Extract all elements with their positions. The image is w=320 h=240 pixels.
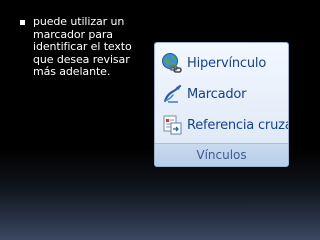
- slide: puede utilizar un marcador para identifi…: [0, 0, 320, 240]
- bookmark-button[interactable]: Marcador: [161, 83, 247, 105]
- bookmark-icon: [163, 84, 182, 103]
- ribbon-group-links: Hipervínculo Marcador Referencia cruzad: [154, 42, 289, 167]
- bookmark-label: Marcador: [187, 86, 247, 102]
- bullet-list: puede utilizar un marcador para identifi…: [20, 15, 152, 79]
- hyperlink-globe-icon: [162, 53, 182, 73]
- cross-reference-button[interactable]: Referencia cruzada: [161, 114, 288, 136]
- square-bullet-icon: [20, 20, 25, 25]
- bullet-text: puede utilizar un marcador para identifi…: [33, 15, 132, 79]
- hyperlink-label: Hipervínculo: [187, 55, 267, 71]
- cross-reference-label: Referencia cruzada: [187, 117, 288, 133]
- group-footer: Vínculos: [155, 143, 288, 166]
- group-label: Vínculos: [196, 148, 247, 162]
- hyperlink-button[interactable]: Hipervínculo: [161, 52, 266, 74]
- cross-reference-icon: [163, 115, 182, 135]
